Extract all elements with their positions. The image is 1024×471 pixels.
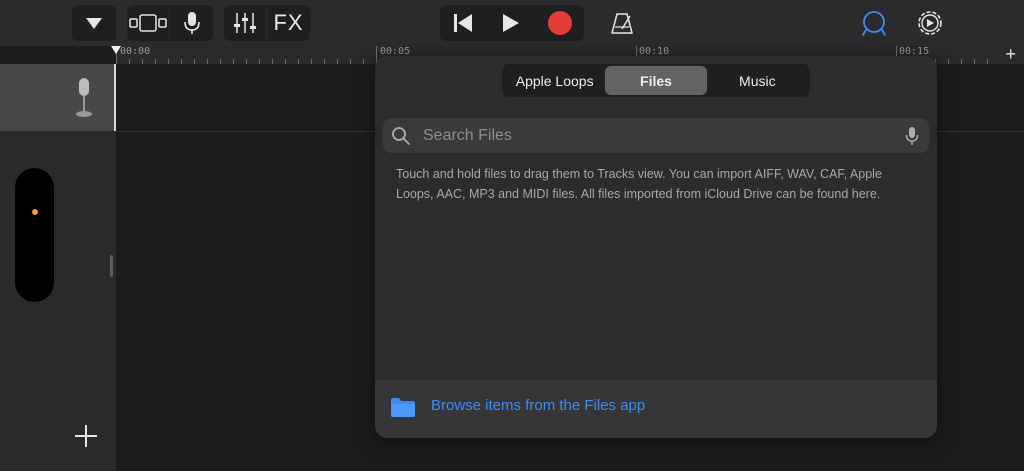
fx-button[interactable]: FX — [267, 5, 310, 41]
browse-files-bar[interactable]: Browse items from the Files app — [375, 380, 937, 438]
browse-files-link[interactable]: Browse items from the Files app — [431, 397, 645, 414]
mix-group: FX — [224, 5, 310, 41]
top-toolbar: FX — [0, 0, 1024, 46]
tab-apple-loops[interactable]: Apple Loops — [504, 66, 605, 95]
dictation-microphone-icon[interactable] — [905, 126, 919, 146]
settings-button[interactable] — [912, 5, 948, 41]
track-volume-slider[interactable] — [15, 168, 54, 302]
ruler-label: 00:00 — [120, 46, 151, 57]
tracks-view-icon — [129, 14, 167, 32]
track-header[interactable] — [0, 64, 116, 131]
tracks-view-button[interactable] — [127, 5, 169, 41]
track-menu-group — [72, 5, 116, 41]
search-icon — [392, 127, 410, 145]
dropdown-button[interactable] — [72, 5, 116, 41]
go-to-start-button[interactable] — [440, 5, 486, 41]
view-group — [127, 5, 213, 41]
tab-files[interactable]: Files — [605, 66, 707, 95]
files-info-text: Touch and hold files to drag them to Tra… — [396, 167, 882, 201]
add-section-button[interactable]: + — [1005, 44, 1016, 65]
loop-browser-popover: Apple Loops Files Music Touch and hold f… — [375, 56, 937, 438]
record-icon — [548, 11, 572, 35]
loop-browser-button[interactable] — [856, 5, 892, 41]
play-icon — [503, 14, 519, 32]
add-track-button[interactable] — [72, 422, 100, 450]
microphone-icon — [76, 78, 92, 117]
playhead[interactable] — [111, 46, 121, 54]
header-resize-handle[interactable] — [110, 255, 113, 277]
search-bar — [383, 118, 929, 153]
transport-group — [440, 5, 584, 41]
metronome-icon — [611, 13, 633, 34]
microphone-button[interactable] — [170, 5, 213, 41]
track-header-column — [0, 64, 116, 471]
volume-indicator — [32, 209, 38, 215]
browser-segmented-control: Apple Loops Files Music — [502, 64, 810, 97]
folder-icon — [391, 398, 415, 417]
mixer-button[interactable] — [224, 5, 266, 41]
record-button[interactable] — [536, 5, 584, 41]
microphone-icon — [183, 12, 200, 34]
triangle-down-icon — [86, 18, 102, 29]
play-button[interactable] — [486, 5, 536, 41]
metronome-button[interactable] — [604, 5, 640, 41]
loop-icon — [862, 11, 886, 36]
tab-music[interactable]: Music — [707, 66, 808, 95]
search-input[interactable] — [423, 118, 893, 153]
mixer-sliders-icon — [234, 13, 256, 33]
gear-icon — [918, 11, 942, 35]
popover-arrow — [862, 46, 882, 56]
skip-back-icon — [454, 14, 472, 32]
